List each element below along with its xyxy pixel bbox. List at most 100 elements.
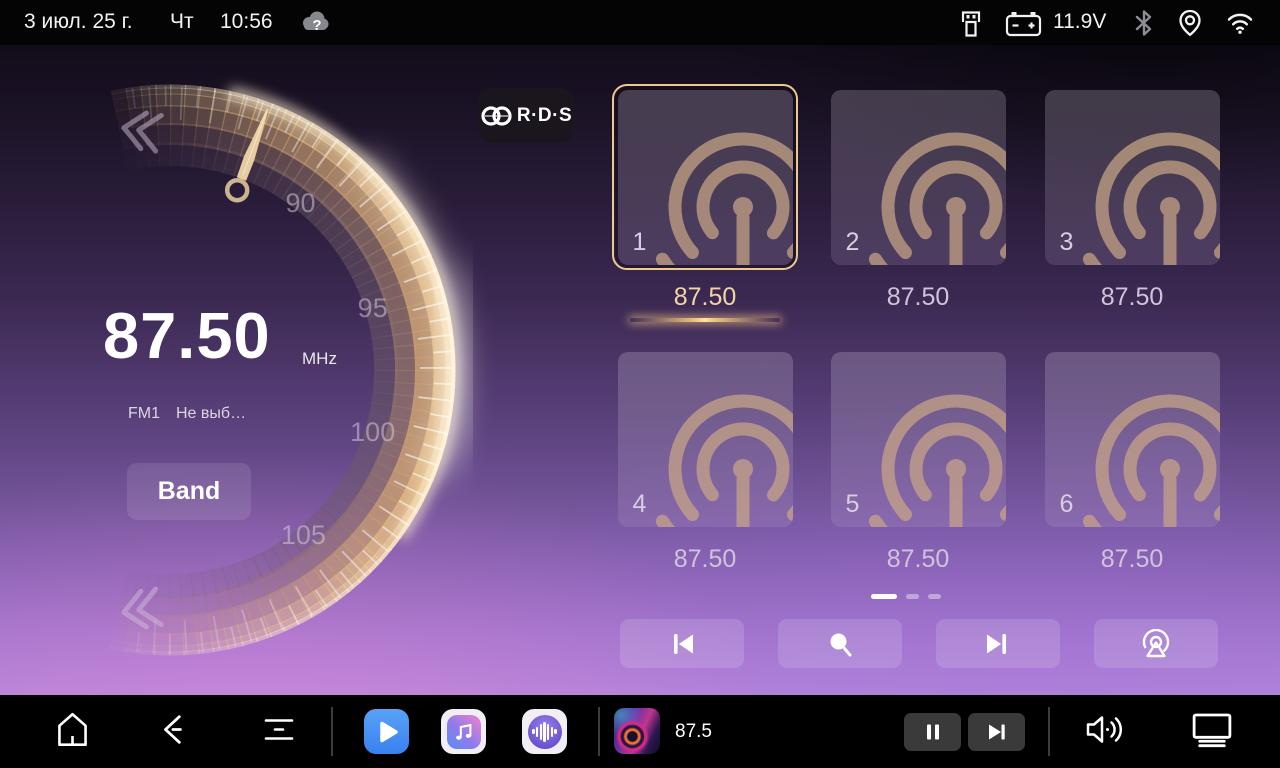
preset-number: 5 <box>846 490 860 519</box>
pause-button[interactable] <box>904 713 961 751</box>
status-day: Чт <box>170 10 194 34</box>
preset-tile-3[interactable]: 3 <box>1039 84 1225 270</box>
status-clock: 10:56 <box>220 10 273 34</box>
page-dot-2[interactable] <box>906 594 919 599</box>
band-status-row: FM1 Не выб… <box>128 405 246 423</box>
preset-number: 6 <box>1060 490 1074 519</box>
preset-tile-1[interactable]: 1 <box>612 84 798 270</box>
home-button[interactable] <box>54 709 91 754</box>
nav-divider <box>331 707 333 756</box>
back-button[interactable] <box>158 710 190 753</box>
preset-tile-5-surface: 5 <box>831 352 1006 527</box>
music-note-icon <box>453 721 475 743</box>
status-bar: 3 июл. 25 г. Чт 10:56 ? <box>0 0 1280 45</box>
waveform-bar <box>536 727 538 737</box>
band-label: FM1 <box>128 405 160 423</box>
rds-rings-icon <box>480 103 514 129</box>
play-icon <box>374 719 400 745</box>
page-dot-1[interactable] <box>871 594 897 599</box>
nav-divider <box>1048 707 1050 756</box>
preset-cell: 6 87.50 <box>1039 346 1225 574</box>
preset-number: 1 <box>633 228 647 257</box>
preset-cell: 4 87.50 <box>612 346 798 574</box>
preset-tile-6[interactable]: 6 <box>1039 346 1225 532</box>
broadcast-tower-button[interactable] <box>1094 619 1218 668</box>
preset-tile-1-surface: 1 <box>618 90 793 265</box>
waveform-bar <box>532 729 534 734</box>
page-dot-3[interactable] <box>928 594 941 599</box>
preset-frequency: 87.50 <box>612 545 798 574</box>
weather-glyph: ? <box>312 17 321 34</box>
waveform-bar <box>540 724 542 740</box>
system-nav-bar: 87.5 <box>0 695 1280 768</box>
search-icon <box>825 629 855 659</box>
preset-tile-5[interactable]: 5 <box>825 346 1011 532</box>
preset-cell: 2 87.50 <box>825 84 1011 312</box>
rds-label: R·D·S <box>517 105 572 127</box>
current-frequency: 87.50 <box>103 298 271 373</box>
video-player-app-icon[interactable] <box>364 709 409 754</box>
now-playing-frequency: 87.5 <box>675 721 712 743</box>
podcast-antenna-icon <box>1070 127 1220 265</box>
battery-icon <box>1005 10 1042 42</box>
waveform-bar <box>543 722 545 742</box>
now-playing-album-art[interactable] <box>614 708 660 754</box>
menu-button[interactable] <box>262 713 296 750</box>
volume-button[interactable] <box>1083 711 1125 752</box>
band-button-label: Band <box>158 477 221 506</box>
music-app-icon[interactable] <box>441 709 486 754</box>
preset-tile-4-surface: 4 <box>618 352 793 527</box>
rds-badge: R·D·S <box>478 88 574 143</box>
waveform-bar <box>554 729 556 734</box>
station-name: Не выб… <box>176 405 246 423</box>
scan-search-button[interactable] <box>778 619 902 668</box>
waveform-bar <box>551 727 553 737</box>
preset-number: 4 <box>633 490 647 519</box>
next-track-icon <box>986 722 1008 742</box>
waveform-bar <box>547 724 549 740</box>
preset-tile-2[interactable]: 2 <box>825 84 1011 270</box>
nav-divider <box>598 707 600 756</box>
preset-page-indicator <box>871 594 941 599</box>
seek-next-button[interactable] <box>936 619 1060 668</box>
frequency-unit: MHz <box>302 349 337 369</box>
radio-app-screen: 3 июл. 25 г. Чт 10:56 ? <box>0 0 1280 768</box>
equalizer-app-circle <box>528 715 562 749</box>
podcast-antenna-icon <box>856 389 1006 527</box>
preset-number: 2 <box>846 228 860 257</box>
preset-frequency: 87.50 <box>1039 545 1225 574</box>
preset-cell: 3 87.50 <box>1039 84 1225 312</box>
preset-number: 3 <box>1060 228 1074 257</box>
weather-icon: ? <box>298 7 332 42</box>
usb-icon <box>957 8 985 43</box>
preset-frequency: 87.50 <box>1039 283 1225 312</box>
preset-cell: 1 87.50 <box>612 84 798 322</box>
podcast-antenna-icon <box>856 127 1006 265</box>
preset-tile-3-surface: 3 <box>1045 90 1220 265</box>
broadcast-tower-icon <box>1140 629 1172 659</box>
podcast-antenna-icon <box>643 389 793 527</box>
podcast-antenna-icon <box>643 127 793 265</box>
music-app-gradient <box>447 715 481 749</box>
next-media-button[interactable] <box>968 713 1025 751</box>
equalizer-app-icon[interactable] <box>522 709 567 754</box>
bluetooth-icon <box>1131 8 1157 43</box>
pause-icon <box>923 722 943 742</box>
seek-previous-button[interactable] <box>620 619 744 668</box>
band-button[interactable]: Band <box>127 463 251 520</box>
preset-tile-2-surface: 2 <box>831 90 1006 265</box>
location-icon <box>1176 8 1204 43</box>
preset-tile-4[interactable]: 4 <box>612 346 798 532</box>
previous-track-icon <box>667 629 697 659</box>
preset-frequency: 87.50 <box>612 283 798 312</box>
preset-tile-6-surface: 6 <box>1045 352 1220 527</box>
status-date: 3 июл. 25 г. <box>24 10 133 34</box>
preset-cell: 5 87.50 <box>825 346 1011 574</box>
battery-voltage: 11.9V <box>1053 10 1106 34</box>
preset-frequency: 87.50 <box>825 283 1011 312</box>
selected-underline-glow <box>630 318 780 322</box>
wifi-icon <box>1225 8 1255 41</box>
display-off-button[interactable] <box>1186 710 1238 753</box>
next-track-icon <box>983 629 1013 659</box>
preset-frequency: 87.50 <box>825 545 1011 574</box>
